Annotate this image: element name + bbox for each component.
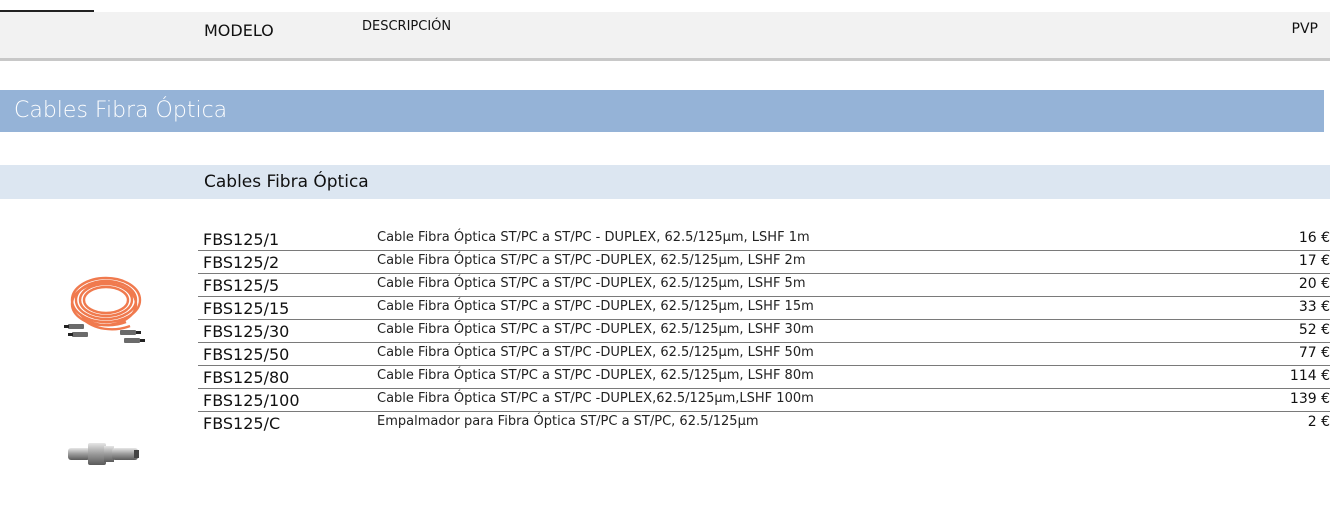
header-modelo: MODELO bbox=[204, 21, 274, 40]
product-model: FBS125/80 bbox=[203, 368, 290, 387]
product-price: 114 € bbox=[1289, 368, 1330, 384]
product-description: Cable Fibra Óptica ST/PC a ST/PC - DUPLE… bbox=[377, 230, 810, 245]
product-description: Cable Fibra Óptica ST/PC a ST/PC -DUPLEX… bbox=[377, 276, 806, 291]
product-model: FBS125/5 bbox=[203, 276, 280, 295]
product-description: Cable Fibra Óptica ST/PC a ST/PC -DUPLEX… bbox=[377, 345, 814, 360]
product-price: 139 € bbox=[1289, 391, 1330, 407]
table-row: FBS125/30 Cable Fibra Óptica ST/PC a ST/… bbox=[198, 320, 1330, 343]
subsection-title: Cables Fibra Óptica bbox=[204, 172, 369, 192]
product-description: Cable Fibra Óptica ST/PC a ST/PC -DUPLEX… bbox=[377, 322, 814, 337]
table-row: FBS125/50 Cable Fibra Óptica ST/PC a ST/… bbox=[198, 343, 1330, 366]
product-price: 2 € bbox=[1307, 414, 1330, 430]
table-row: FBS125/80 Cable Fibra Óptica ST/PC a ST/… bbox=[198, 366, 1330, 389]
product-model: FBS125/2 bbox=[203, 253, 280, 272]
product-model: FBS125/1 bbox=[203, 230, 280, 249]
table-row: FBS125/2 Cable Fibra Óptica ST/PC a ST/P… bbox=[198, 251, 1330, 274]
product-price: 17 € bbox=[1298, 253, 1330, 269]
fiber-coupler-image bbox=[68, 443, 139, 465]
header-descripcion: DESCRIPCIÓN bbox=[362, 19, 452, 34]
product-description: Cable Fibra Óptica ST/PC a ST/PC -DUPLEX… bbox=[377, 299, 814, 314]
product-model: FBS125/100 bbox=[203, 391, 300, 410]
product-model: FBS125/30 bbox=[203, 322, 290, 341]
product-description: Cable Fibra Óptica ST/PC a ST/PC -DUPLEX… bbox=[377, 391, 814, 406]
table-row: FBS125/C Empalmador para Fibra Óptica ST… bbox=[198, 412, 1330, 434]
product-price: 33 € bbox=[1298, 299, 1330, 315]
fiber-cable-image bbox=[64, 276, 145, 343]
product-price: 16 € bbox=[1298, 230, 1330, 246]
subsection-header: Cables Fibra Óptica bbox=[0, 165, 1330, 199]
product-description: Empalmador para Fibra Óptica ST/PC a ST/… bbox=[377, 414, 759, 429]
product-model: FBS125/50 bbox=[203, 345, 290, 364]
product-price: 77 € bbox=[1298, 345, 1330, 361]
column-header-bar: MODELO DESCRIPCIÓN PVP bbox=[0, 12, 1330, 61]
table-row: FBS125/1 Cable Fibra Óptica ST/PC a ST/P… bbox=[198, 228, 1330, 251]
product-price: 20 € bbox=[1298, 276, 1330, 292]
section-header: Cables Fibra Óptica bbox=[0, 90, 1324, 132]
product-description: Cable Fibra Óptica ST/PC a ST/PC -DUPLEX… bbox=[377, 368, 814, 383]
section-title: Cables Fibra Óptica bbox=[14, 98, 228, 123]
table-row: FBS125/15 Cable Fibra Óptica ST/PC a ST/… bbox=[198, 297, 1330, 320]
product-model: FBS125/15 bbox=[203, 299, 290, 318]
product-table: FBS125/1 Cable Fibra Óptica ST/PC a ST/P… bbox=[198, 228, 1330, 434]
product-description: Cable Fibra Óptica ST/PC a ST/PC -DUPLEX… bbox=[377, 253, 806, 268]
product-model: FBS125/C bbox=[203, 414, 281, 433]
table-row: FBS125/5 Cable Fibra Óptica ST/PC a ST/P… bbox=[198, 274, 1330, 297]
product-price: 52 € bbox=[1298, 322, 1330, 338]
header-pvp: PVP bbox=[1291, 21, 1318, 37]
table-row: FBS125/100 Cable Fibra Óptica ST/PC a ST… bbox=[198, 389, 1330, 412]
